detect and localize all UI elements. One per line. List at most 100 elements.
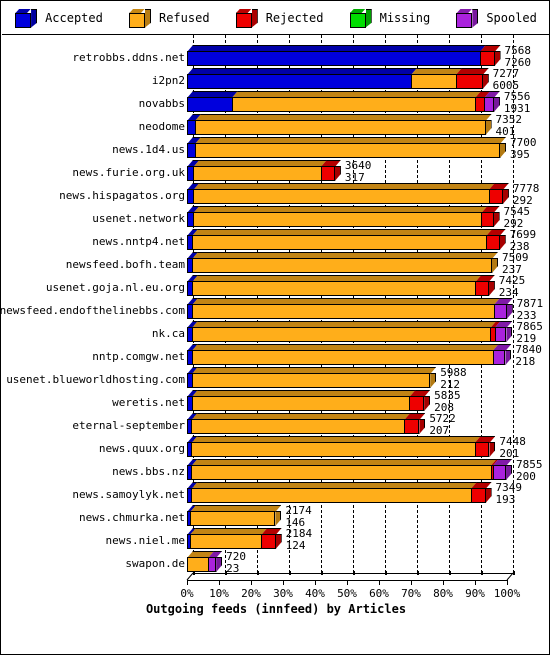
bar-segment-refused	[189, 534, 262, 549]
bar-segment-refused	[191, 350, 493, 365]
bar-segment-rejected	[261, 534, 276, 549]
table-row: news.hispagatos.org 7778 292	[2, 183, 550, 206]
table-row: nk.ca 7865 219	[2, 321, 550, 344]
table-row: swapon.de 720 23	[2, 551, 550, 574]
x-axis-tick-back	[257, 571, 259, 575]
bar-value-labels: 2184 124	[286, 528, 313, 552]
chart-plot-area: retrobbs.ddns.net 7568 7260 i2pn2 7277 6005 no…	[0, 35, 550, 655]
bar-segment-refused	[411, 74, 456, 89]
bar-value-labels: 7448 201	[499, 436, 526, 460]
y-axis-label: usenet.network	[92, 212, 185, 225]
table-row: novabbs 7556 1931	[2, 91, 550, 114]
bar-end-side	[506, 465, 512, 480]
y-axis-label: news.chmurka.net	[79, 511, 185, 524]
bar-end-side	[335, 166, 341, 181]
bar-segment-accepted	[187, 143, 195, 158]
y-axis-label: i2pn2	[151, 74, 185, 87]
table-row: nntp.comgw.net 7840 218	[2, 344, 550, 367]
bar-value-labels: 7556 1931	[504, 91, 531, 115]
cube-icon	[235, 8, 259, 28]
y-axis-label: swapon.de	[125, 557, 185, 570]
y-axis-label: news.samoylyk.net	[72, 488, 185, 501]
bar-value-labels: 5722 207	[429, 413, 456, 437]
legend-item-missing: Missing	[349, 8, 431, 28]
legend-label: Spooled	[486, 11, 537, 25]
bar-segment-rejected	[488, 189, 503, 204]
table-row: news.bbs.nz 7855 200	[2, 459, 550, 482]
table-row: news.furie.org.uk 3640 317	[2, 160, 550, 183]
bar-segment-refused	[193, 189, 489, 204]
bar-end-side	[275, 511, 281, 526]
bar-value-labels: 7425 234	[499, 275, 526, 299]
legend-label: Accepted	[45, 11, 103, 25]
bar-end-side	[216, 557, 222, 572]
y-axis-label: usenet.blueworldhosting.com	[6, 373, 185, 386]
bar-end-side	[419, 419, 425, 434]
bar-end-side	[486, 488, 492, 503]
bar-segment-spooled	[492, 465, 507, 480]
bar-segment-rejected	[481, 212, 494, 227]
y-axis-label: retrobbs.ddns.net	[72, 51, 185, 64]
bar-end-side	[507, 304, 513, 319]
bar-value-labels: 7778 292	[513, 183, 540, 207]
table-row: news.niel.me 2184 124	[2, 528, 550, 551]
table-row: news.1d4.us 7700 395	[2, 137, 550, 160]
x-axis-tick-back	[481, 571, 483, 575]
legend-item-rejected: Rejected	[235, 8, 323, 28]
legend-item-refused: Refused	[128, 8, 210, 28]
table-row: news.chmurka.net 2174 146	[2, 505, 550, 528]
y-axis-label: news.1d4.us	[112, 143, 185, 156]
x-axis-tick	[347, 580, 348, 585]
bar-segment-rejected	[320, 166, 335, 181]
x-axis-tick-back	[449, 571, 451, 575]
table-row: newsfeed.bofh.team 7509 237	[2, 252, 550, 275]
bar-segment-refused	[190, 511, 276, 526]
y-axis-label: news.bbs.nz	[112, 465, 185, 478]
bar-end-side	[505, 350, 511, 365]
x-axis-tick-back	[385, 571, 387, 575]
bar-end-side	[424, 396, 430, 411]
x-axis-tick	[379, 580, 380, 585]
bar-end-side	[483, 74, 489, 89]
bar-segment-refused	[193, 212, 482, 227]
bar-end-side	[495, 51, 501, 66]
table-row: news.quux.org 7448 201	[2, 436, 550, 459]
x-axis-tick	[187, 580, 188, 585]
x-axis-tick-back	[353, 571, 355, 575]
bar-end-side	[489, 442, 495, 457]
y-axis-label: newsfeed.bofh.team	[65, 258, 185, 271]
bar-segment-refused	[191, 396, 410, 411]
x-axis-tick	[251, 580, 252, 585]
bar-segment-refused	[195, 143, 500, 158]
x-axis-tick	[475, 580, 476, 585]
x-axis-tick	[443, 580, 444, 585]
bar-segment-refused	[195, 120, 486, 135]
bar-end-side	[486, 120, 492, 135]
bar-segment-rejected	[475, 97, 485, 112]
legend-label: Refused	[158, 11, 210, 25]
table-row: news.samoylyk.net 7349 193	[2, 482, 550, 505]
x-axis-tick	[315, 580, 316, 585]
table-row: neodome 7352 401	[2, 114, 550, 137]
bar-value-labels: 7871 233	[517, 298, 544, 322]
bar-segment-rejected	[404, 419, 420, 434]
bar-value-labels: 7700 395	[510, 137, 537, 161]
legend-label: Missing	[379, 11, 431, 25]
bar-value-labels: 7277 6005	[493, 68, 520, 92]
table-row: usenet.network 7545 292	[2, 206, 550, 229]
y-axis-label: newsfeed.endofthelinebbs.com	[0, 304, 185, 317]
x-axis-tick	[411, 580, 412, 585]
bar-end-side	[500, 143, 506, 158]
bar-value-labels: 2174 146	[285, 505, 312, 529]
bar-segment-refused	[191, 465, 491, 480]
bar-value-labels: 7699 238	[510, 229, 537, 253]
bar-value-labels: 3640 317	[345, 160, 372, 184]
bar-segment-spooled	[208, 557, 217, 572]
bar-segment-rejected	[474, 442, 490, 457]
bar-segment-refused	[191, 419, 405, 434]
y-axis-label: news.furie.org.uk	[72, 166, 185, 179]
bar-segment-accepted	[187, 120, 195, 135]
bar-segment-rejected	[486, 235, 500, 250]
x-axis-tick-back	[289, 571, 291, 575]
legend-item-accepted: Accepted	[15, 8, 103, 28]
